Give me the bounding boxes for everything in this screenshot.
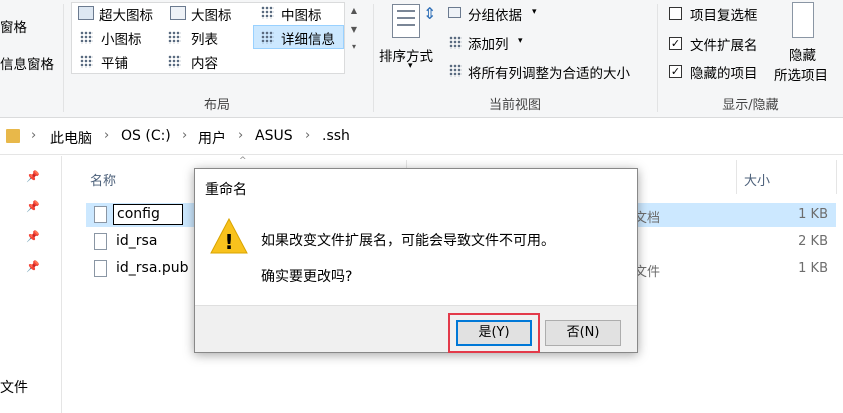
extra-large-icons-icon <box>78 6 94 20</box>
chevron-down-icon: ▾ <box>518 36 523 46</box>
medium-icons-icon <box>261 6 274 19</box>
file-icon <box>94 260 107 277</box>
hide-selected-icon <box>792 2 814 38</box>
address-bar[interactable]: › 此电脑 › OS (C:) › 用户 › ASUS › .ssh <box>0 119 843 155</box>
breadcrumb-this-pc[interactable]: 此电脑 <box>50 128 92 148</box>
group-separator <box>63 4 64 112</box>
folder-icon <box>6 129 20 143</box>
file-name: id_rsa.pub <box>116 260 189 276</box>
expand-gallery-icon[interactable]: ▾ <box>345 42 363 51</box>
rename-dialog: 重命名 ! 如果改变文件扩展名，可能会导致文件不可用。 确实要更改吗? 是(Y)… <box>194 168 638 353</box>
chevron-down-icon: ▾ <box>532 7 537 17</box>
large-icons-icon <box>170 6 186 20</box>
ribbon: 窗格 信息窗格 超大图标 大图标 中图标 小图标 列表 详细信息 平铺 内容 ▲… <box>0 0 843 118</box>
item-checkboxes-checkbox[interactable] <box>669 7 682 20</box>
content-icon <box>168 55 181 68</box>
breadcrumb-ssh[interactable]: .ssh <box>322 128 350 144</box>
file-icon <box>94 233 107 250</box>
chevron-down-icon: ▾ <box>408 61 413 71</box>
column-separator[interactable] <box>736 160 737 194</box>
current-view-group-label: 当前视图 <box>488 98 541 113</box>
dialog-title: 重命名 <box>205 182 247 198</box>
pin-icon: 📌 <box>26 260 40 273</box>
chevron-right-icon[interactable]: › <box>238 128 243 143</box>
file-extensions-checkbox[interactable]: ✓ <box>669 37 682 50</box>
dialog-message: 如果改变文件扩展名，可能会导致文件不可用。 <box>261 233 555 249</box>
list-icon <box>168 31 181 44</box>
breadcrumb-os-c[interactable]: OS (C:) <box>121 128 171 144</box>
dialog-question: 确实要更改吗? <box>261 269 353 285</box>
layout-group-label: 布局 <box>203 98 230 113</box>
chevron-right-icon[interactable]: › <box>104 128 109 143</box>
dialog-footer: 是(Y) 否(N) <box>195 305 637 353</box>
details-icon <box>261 31 274 44</box>
breadcrumb-users[interactable]: 用户 <box>198 128 226 148</box>
chevron-right-icon[interactable]: › <box>31 128 36 143</box>
navigation-pane: 📌 📌 📌 📌 文件 <box>0 156 62 413</box>
preview-pane-button[interactable]: 窗格 <box>0 16 27 36</box>
chevron-right-icon[interactable]: › <box>182 128 187 143</box>
sort-arrows-icon: ⇕ <box>423 4 437 23</box>
pin-icon: 📌 <box>26 230 40 243</box>
file-size: 1 KB <box>798 261 828 276</box>
yes-button[interactable]: 是(Y) <box>456 320 532 346</box>
pin-icon: 📌 <box>26 200 40 213</box>
small-icons-icon <box>80 31 93 44</box>
text-file-icon <box>94 206 107 223</box>
show-hide-group-label: 显示/隐藏 <box>722 98 779 113</box>
tiles-icon <box>80 55 93 68</box>
fit-columns-icon <box>449 64 462 77</box>
scroll-down-icon[interactable]: ▼ <box>345 25 363 34</box>
column-header-name[interactable]: 名称 <box>90 170 116 189</box>
file-size: 1 KB <box>798 207 828 222</box>
nav-item-files[interactable]: 文件 <box>0 377 28 397</box>
file-name: id_rsa <box>116 233 158 249</box>
column-header-size[interactable]: 大小 <box>744 170 770 189</box>
scroll-up-icon[interactable]: ▲ <box>345 6 363 15</box>
group-by-icon <box>448 7 461 18</box>
warning-icon: ! <box>210 217 248 254</box>
add-column-icon <box>449 36 462 49</box>
rename-input[interactable]: config <box>113 204 183 225</box>
file-size: 2 KB <box>798 234 828 249</box>
layout-gallery-scroll[interactable]: ▲ ▼ ▾ <box>344 2 363 74</box>
chevron-right-icon[interactable]: › <box>305 128 310 143</box>
details-pane-button[interactable]: 信息窗格 <box>0 53 54 73</box>
sort-icon <box>392 4 420 38</box>
column-separator[interactable] <box>836 160 837 194</box>
no-button[interactable]: 否(N) <box>545 320 621 346</box>
hidden-items-checkbox[interactable]: ✓ <box>669 65 682 78</box>
pin-icon: 📌 <box>26 170 40 183</box>
sort-up-icon: ^ <box>239 156 247 166</box>
svg-text:!: ! <box>224 230 233 254</box>
breadcrumb-asus[interactable]: ASUS <box>255 128 293 144</box>
